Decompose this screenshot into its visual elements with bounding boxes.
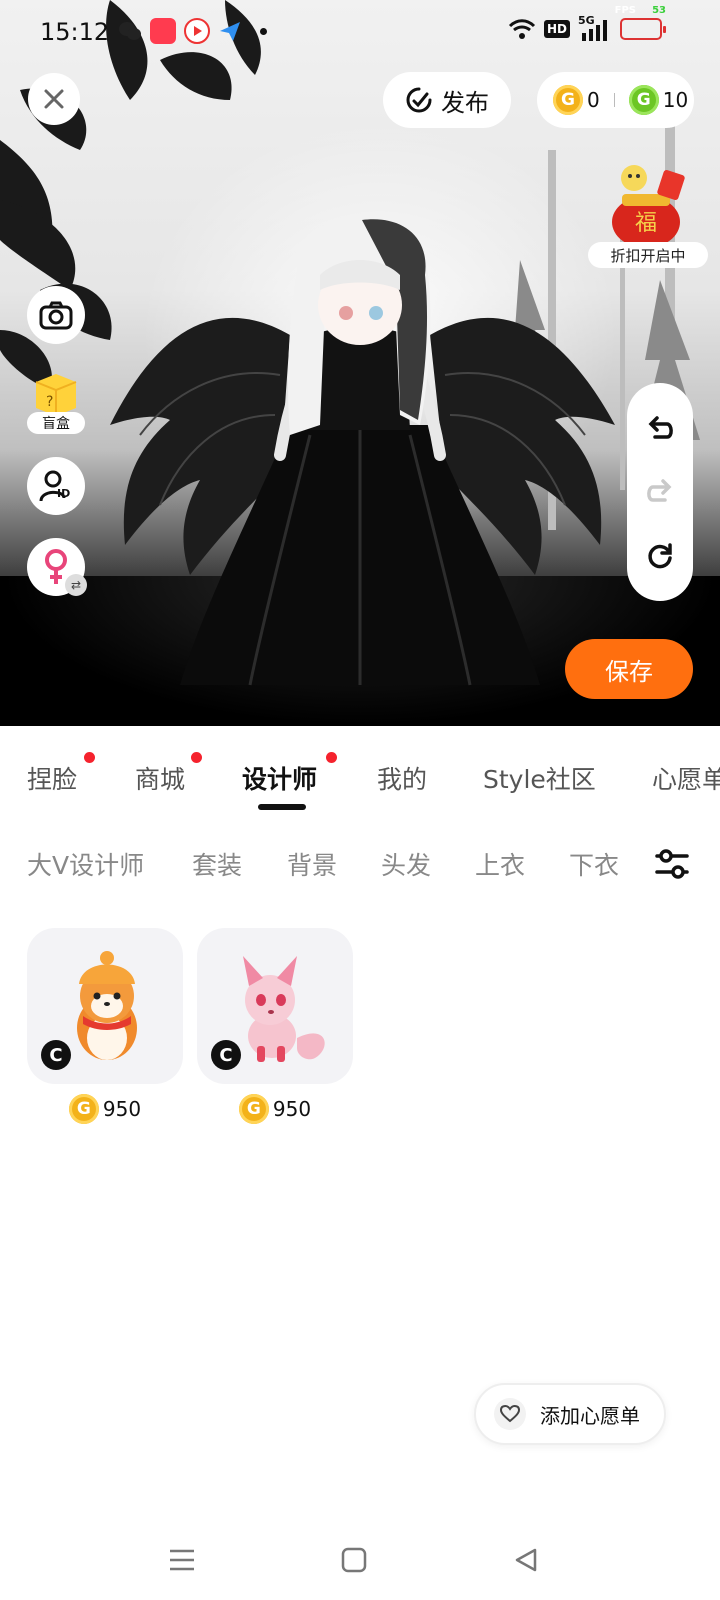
avatar-editor-screen: 15:12 FPS 53 HD 5G 发布 G 0 G 10 福 折扣开启中 ?… [0,0,720,1600]
cell-signal-icon: 5G [578,14,612,42]
status-bar: 15:12 FPS 53 HD 5G [0,0,720,64]
item-price-value: 950 [102,1097,142,1121]
home-square-icon [341,1547,367,1573]
wifi-icon [508,19,536,39]
camera-icon [39,301,73,330]
active-tab-indicator [258,804,306,810]
reset-button[interactable] [640,535,680,575]
more-notifications-dot [260,27,267,35]
menu-icon [170,1549,194,1571]
close-icon [44,89,64,109]
fps-value: 53 [652,5,666,16]
video-app-icon [184,18,210,44]
creator-badge-icon: C [41,1040,71,1070]
system-navigation-bar [0,1520,720,1600]
promo-label: 折扣开启中 [588,242,708,268]
system-icons: HD 5G [508,14,666,42]
hd-badge: HD [543,20,570,38]
subtab-hair[interactable]: 头发 [381,846,431,882]
tab-mine[interactable]: 我的 [377,760,427,796]
avatar-id-button[interactable]: ID [27,457,85,515]
wechat-icon [119,22,141,40]
redo-icon [647,479,672,502]
publish-button[interactable]: 发布 [383,72,511,128]
subtab-big-v-designer[interactable]: 大V设计师 [27,846,144,882]
save-button[interactable]: 保存 [565,639,693,699]
gold-coin-icon: G [553,85,583,115]
publish-icon [406,87,432,113]
notification-icons [118,18,267,44]
tab-designer-badge [326,752,337,763]
redo-button[interactable] [640,472,680,512]
lucky-bag-icon: 福 [612,165,685,248]
subtab-bottom[interactable]: 下衣 [569,846,619,882]
currency-balance[interactable]: G 0 G 10 [537,72,694,128]
undo-icon [648,415,673,439]
wishlist-label: 添加心愿单 [540,1403,640,1428]
add-to-wishlist-button[interactable]: 添加心愿单 [474,1383,666,1445]
lucky-bag-seal: 福 [635,211,657,236]
svg-text:?: ? [46,394,53,410]
shopping-app-icon [150,18,176,44]
fps-label: FPS [614,5,636,16]
tab-face[interactable]: 捏脸 [27,760,77,796]
subtab-outfit[interactable]: 套装 [192,846,242,882]
currency-divider [613,93,615,107]
blind-box-label: 盲盒 [27,412,85,434]
tab-shop-badge [191,752,202,763]
battery-icon [620,18,666,40]
publish-label: 发布 [441,88,489,117]
camera-button[interactable] [27,286,85,344]
gold-coin-count: 0 [587,88,600,112]
back-button[interactable] [508,1542,544,1578]
back-triangle-icon [515,1548,537,1572]
close-button[interactable] [28,73,80,125]
tab-style-community[interactable]: Style社区 [483,760,596,796]
item-card[interactable]: C G 950 [197,928,353,1124]
item-thumbnail[interactable]: C [27,928,183,1084]
gold-coin-icon: G [68,1094,99,1124]
avatar-character[interactable] [100,215,620,695]
heart-icon [494,1398,526,1430]
status-time: 15:12 [40,18,110,46]
category-tabs: 捏脸 商城 设计师 我的 Style社区 心愿单 [0,726,720,816]
filter-icon[interactable] [654,846,690,882]
item-price: G 950 [197,1094,353,1124]
swap-icon: ⇄ [65,574,87,596]
subtab-background[interactable]: 背景 [287,846,337,882]
blind-box-icon: ? [35,374,77,416]
gold-coin-icon: G [238,1094,269,1124]
green-coin-icon: G [628,85,659,115]
reset-icon [648,543,672,569]
send-app-icon [220,22,240,41]
item-card[interactable]: C G 950 [27,928,183,1124]
discount-promo[interactable]: 福 折扣开启中 [588,154,708,270]
item-price: G 950 [27,1094,183,1124]
designer-subcategory-tabs: 大V设计师 套装 背景 头发 上衣 下衣 [0,816,720,906]
id-badge: ID [57,487,71,500]
undo-button[interactable] [640,409,680,449]
tab-designer[interactable]: 设计师 [242,760,317,796]
creator-badge-icon: C [211,1040,241,1070]
tab-wishlist[interactable]: 心愿单 [652,760,720,796]
edit-history-panel [627,383,693,601]
green-coin-count: 10 [662,88,689,112]
item-thumbnail[interactable]: C [197,928,353,1084]
recents-button[interactable] [164,1542,200,1578]
home-button[interactable] [336,1542,372,1578]
item-price-value: 950 [272,1097,312,1121]
tab-shop[interactable]: 商城 [135,760,185,796]
subtab-top[interactable]: 上衣 [475,846,525,882]
tab-face-badge [84,752,95,763]
blind-box-button[interactable]: ? 盲盒 [27,370,87,440]
gender-switch-button[interactable]: ⇄ [27,538,87,596]
